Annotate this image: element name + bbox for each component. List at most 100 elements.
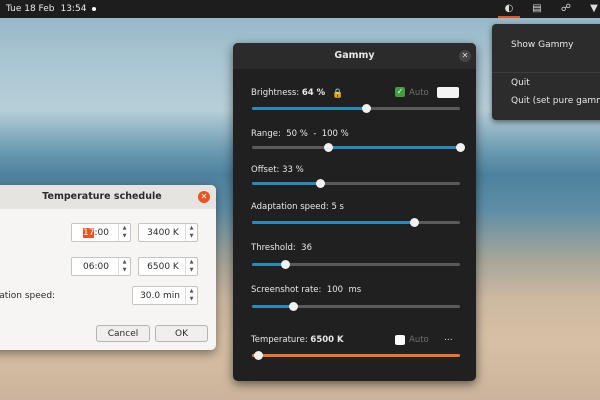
brightness-slider-fill <box>252 107 367 110</box>
schedule-close-button[interactable]: ✕ <box>198 191 210 203</box>
temperature-auto-label: Auto <box>409 335 429 345</box>
end-temp-arrows[interactable]: ▲ ▼ <box>185 258 197 275</box>
range-min-value: 50 % <box>286 129 308 139</box>
end-temp-value: 6500 K <box>147 262 179 272</box>
tray-network[interactable]: ☍ <box>559 2 573 16</box>
threshold-slider[interactable] <box>252 260 460 269</box>
end-time-arrows[interactable]: ▲ ▼ <box>118 258 130 275</box>
threshold-value: 36 <box>301 243 312 253</box>
start-time-value: 17:00 <box>76 228 116 238</box>
screenshot-rate-slider-handle[interactable] <box>289 302 299 311</box>
threshold-slider-handle[interactable] <box>280 260 290 269</box>
screenshot-rate-label: Screenshot rate: 100 ms <box>251 285 361 295</box>
adaptation-speed-slider-fill <box>252 221 415 224</box>
tray-gammy[interactable]: ◐ <box>498 2 520 18</box>
chevron-down-icon[interactable]: ▼ <box>190 296 194 302</box>
start-time-spinbox[interactable]: 17:00 ▲ ▼ <box>71 223 131 242</box>
chevron-down-icon[interactable]: ▼ <box>123 233 127 239</box>
check-icon: ✓ <box>396 87 404 96</box>
chevron-up-icon[interactable]: ▲ <box>190 288 194 294</box>
cancel-button[interactable]: Cancel <box>96 325 150 342</box>
chevron-up-icon[interactable]: ▲ <box>123 225 127 231</box>
start-temp-spinbox[interactable]: 3400 K ▲ ▼ <box>138 223 198 242</box>
offset-label-text: Offset: <box>251 165 280 175</box>
range-slider-high-handle[interactable] <box>455 143 465 152</box>
threshold-label: Threshold: 36 <box>251 243 312 253</box>
brightness-label: Brightness: 64 % <box>251 88 325 98</box>
gammy-icon: ◐ <box>504 3 514 14</box>
chevron-down-icon[interactable]: ▼ <box>190 233 194 239</box>
adaptation-speed-label: Adaptation speed: 5 s <box>251 202 344 212</box>
range-slider-fill <box>328 146 460 149</box>
chevron-up-icon[interactable]: ▲ <box>190 259 194 265</box>
schedule-title: Temperature schedule <box>0 185 216 209</box>
end-time-spinbox[interactable]: 06:00 ▲ ▼ <box>71 257 131 276</box>
adaptation-speed-slider-handle[interactable] <box>409 218 419 227</box>
brightness-slider-handle[interactable] <box>361 104 371 113</box>
start-time-hour-selected: 17 <box>83 228 95 238</box>
clock[interactable]: Tue 18 Feb 13:54 <box>6 4 97 14</box>
chevron-up-icon[interactable]: ▲ <box>190 225 194 231</box>
range-slider-low-handle[interactable] <box>324 143 334 152</box>
temperature-schedule-window: Temperature schedule ✕ 17:00 ▲ ▼ 3400 K ▲… <box>0 185 216 350</box>
gammy-close-button[interactable]: ✕ <box>459 50 471 62</box>
temperature-auto-checkbox[interactable] <box>395 335 405 345</box>
temperature-slider[interactable] <box>252 351 460 360</box>
screenshot-rate-label-text: Screenshot rate: <box>251 285 322 295</box>
accessibility-icon: ▤ <box>532 3 542 14</box>
end-temp-spinbox[interactable]: 6500 K ▲ ▼ <box>138 257 198 276</box>
ok-button[interactable]: OK <box>155 325 208 342</box>
start-time-minutes: :00 <box>94 228 109 238</box>
brightness-label-text: Brightness: <box>251 88 300 98</box>
chevron-down-icon[interactable]: ▼ <box>190 267 194 273</box>
menu-item-show-gammy[interactable]: Show Gammy <box>511 40 574 50</box>
brightness-auto-checkbox[interactable]: ✓ <box>395 87 405 97</box>
brightness-slider[interactable] <box>252 104 460 113</box>
brightness-auto-label: Auto <box>409 88 429 98</box>
schedule-speed-label: ptation speed: <box>0 291 56 301</box>
range-max-value: 100 % <box>321 129 349 139</box>
screenshot-rate-value: 100 <box>326 285 344 295</box>
temperature-label-text: Temperature: <box>251 335 308 345</box>
close-icon: ✕ <box>461 51 469 60</box>
range-slider[interactable] <box>252 143 465 152</box>
end-time-value: 06:00 <box>83 262 109 272</box>
tray-accessibility[interactable]: ▤ <box>530 2 544 16</box>
offset-slider[interactable] <box>252 179 460 188</box>
power-icon: ▼ <box>590 3 598 14</box>
close-icon: ✕ <box>200 192 208 201</box>
start-temp-value: 3400 K <box>147 228 179 238</box>
temperature-slider-handle[interactable] <box>253 351 263 360</box>
cancel-button-label: Cancel <box>107 329 139 339</box>
gammy-title: Gammy <box>233 43 476 69</box>
start-temp-arrows[interactable]: ▲ ▼ <box>185 224 197 241</box>
threshold-label-text: Threshold: <box>251 243 296 253</box>
color-swatch-button[interactable] <box>437 87 459 98</box>
ok-button-label: OK <box>175 329 188 339</box>
range-label: Range: 50 % - 100 % <box>251 129 349 139</box>
menu-item-quit[interactable]: Quit <box>511 78 530 88</box>
screenshot-rate-slider-fill <box>252 305 294 308</box>
start-time-arrows[interactable]: ▲ ▼ <box>118 224 130 241</box>
lock-icon[interactable]: 🔒 <box>332 89 343 99</box>
adaptation-speed-label-text: Adaptation speed: <box>251 202 329 212</box>
menu-separator <box>492 72 600 73</box>
brightness-value: 64 % <box>301 88 326 98</box>
tray-power[interactable]: ▼ <box>588 2 600 16</box>
notification-dot-icon <box>92 7 97 11</box>
range-separator: - <box>313 129 317 139</box>
menu-item-quit-pure-gamma[interactable]: Quit (set pure gamma) <box>511 96 600 106</box>
temperature-label: Temperature: 6500 K <box>251 335 344 345</box>
adaptation-speed-slider[interactable] <box>252 218 460 227</box>
schedule-speed-arrows[interactable]: ▲ ▼ <box>185 287 197 304</box>
schedule-speed-spinbox[interactable]: 30.0 min ▲ ▼ <box>132 286 198 305</box>
chevron-down-icon[interactable]: ▼ <box>123 267 127 273</box>
screenshot-rate-slider[interactable] <box>252 302 460 311</box>
clock-time: 13:54 <box>60 4 87 14</box>
offset-slider-fill <box>252 182 321 185</box>
chevron-up-icon[interactable]: ▲ <box>123 259 127 265</box>
temperature-schedule-button[interactable]: ... <box>444 333 453 343</box>
gammy-window: Gammy ✕ Brightness: 64 % 🔒 ✓ Auto Range:… <box>233 43 476 381</box>
offset-value: 33 % <box>282 165 304 175</box>
offset-slider-handle[interactable] <box>316 179 326 188</box>
